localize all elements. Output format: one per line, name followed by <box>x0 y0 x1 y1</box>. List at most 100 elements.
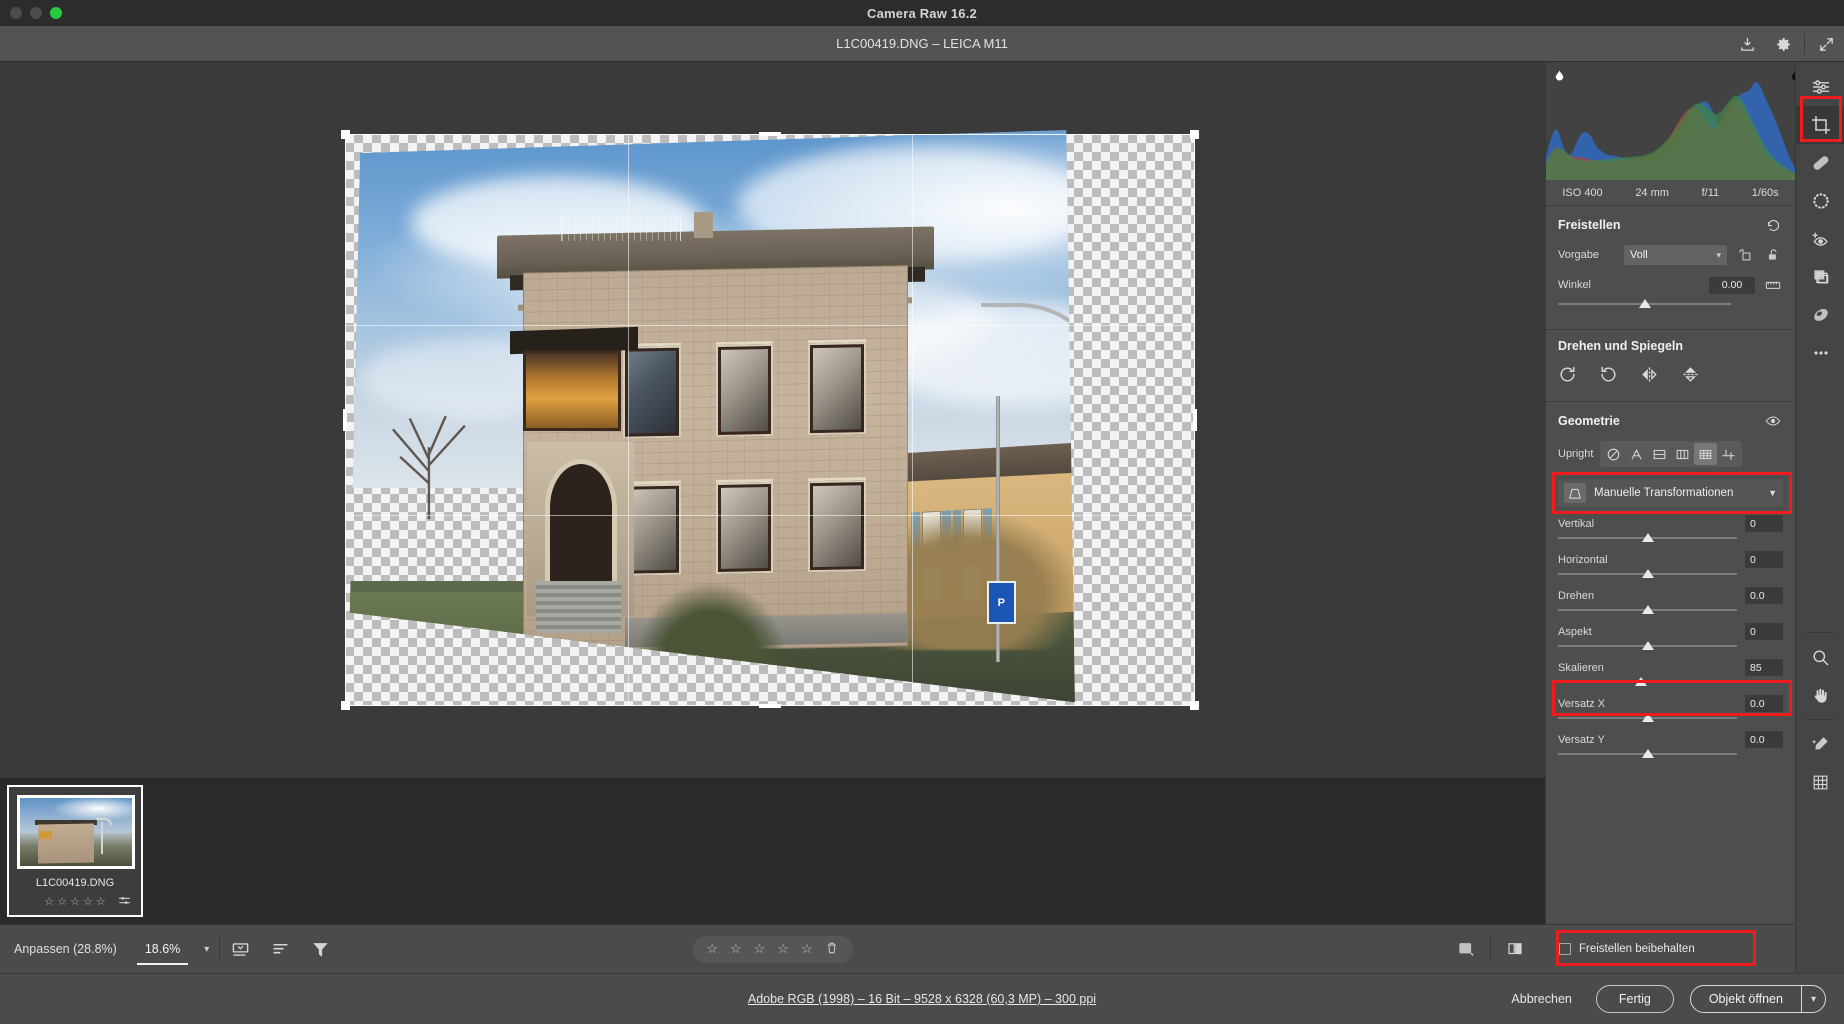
upright-level-button[interactable] <box>1648 443 1671 465</box>
exif-shutter: 1/60s <box>1751 186 1779 199</box>
crop-handle-bottom[interactable] <box>759 704 781 708</box>
angle-slider-knob[interactable] <box>1638 299 1651 308</box>
done-button[interactable]: Fertig <box>1595 985 1674 1013</box>
slider-track[interactable] <box>1558 533 1783 546</box>
upright-vertical-button[interactable] <box>1671 443 1694 465</box>
rating-star-1[interactable]: ☆ <box>706 941 718 957</box>
slider-knob[interactable] <box>1641 569 1654 578</box>
keep-crop-label[interactable]: Freistellen beibehalten <box>1579 943 1695 955</box>
keep-crop-checkbox[interactable] <box>1559 943 1571 955</box>
funnel-icon[interactable] <box>300 925 340 974</box>
slider-knob[interactable] <box>1635 677 1648 686</box>
slider-value[interactable]: 0.0 <box>1745 731 1783 748</box>
slider-track[interactable] <box>1558 605 1783 618</box>
angle-slider[interactable] <box>1558 299 1731 312</box>
slider-knob[interactable] <box>1641 605 1654 614</box>
open-object-chevron-down-icon[interactable]: ▾ <box>1800 986 1825 1012</box>
hand-icon[interactable] <box>1796 676 1844 714</box>
trash-icon[interactable] <box>825 941 839 958</box>
zoom-chevron-down-icon[interactable]: ▾ <box>194 925 219 974</box>
slider-knob[interactable] <box>1641 749 1654 758</box>
slider-value[interactable]: 0 <box>1745 551 1783 568</box>
image-canvas[interactable]: P <box>0 62 1545 778</box>
straighten-tool-icon[interactable] <box>1763 275 1783 295</box>
crop-handle-top-right[interactable] <box>1190 130 1199 139</box>
save-icon[interactable] <box>1729 26 1765 62</box>
stacked-squares-icon[interactable] <box>1796 258 1844 296</box>
grid-overlay-icon[interactable] <box>1796 763 1844 801</box>
chevron-down-icon[interactable]: ▼ <box>1768 488 1777 498</box>
image-info-link[interactable]: Adobe RGB (1998) – 16 Bit – 9528 x 6328 … <box>748 992 1096 1006</box>
fullscreen-icon[interactable] <box>1808 26 1844 62</box>
filmstrip-icon[interactable] <box>220 925 260 974</box>
open-object-label[interactable]: Objekt öffnen <box>1691 986 1801 1012</box>
single-pane-icon[interactable] <box>1446 925 1486 974</box>
eye-icon[interactable] <box>1763 411 1783 431</box>
presets-icon[interactable] <box>1796 296 1844 334</box>
magnifier-icon[interactable] <box>1796 638 1844 676</box>
slider-knob[interactable] <box>1641 713 1654 722</box>
slider-track[interactable] <box>1558 677 1783 690</box>
crop-handle-top[interactable] <box>759 132 781 136</box>
slider-track[interactable] <box>1558 641 1783 654</box>
sort-lines-icon[interactable] <box>260 925 300 974</box>
filmstrip[interactable]: L1C00419.DNG ☆ ☆ ☆ ☆ ☆ <box>0 778 1545 924</box>
unlocked-padlock-icon[interactable] <box>1763 245 1783 265</box>
rating-star-4[interactable]: ☆ <box>777 941 789 957</box>
rating-star-2[interactable]: ☆ <box>730 941 742 957</box>
preset-dropdown[interactable]: Voll ▾ <box>1624 245 1727 265</box>
slider-value[interactable]: 0.0 <box>1745 587 1783 604</box>
histogram[interactable] <box>1546 62 1800 180</box>
rating-control[interactable]: ☆ ☆ ☆ ☆ ☆ <box>692 935 853 963</box>
zoom-button[interactable] <box>50 7 62 19</box>
crop-handle-right[interactable] <box>1193 409 1197 431</box>
upright-auto-button[interactable] <box>1625 443 1648 465</box>
star-rating[interactable]: ☆ ☆ ☆ ☆ ☆ <box>44 895 106 908</box>
sliders-icon[interactable] <box>1796 68 1844 106</box>
slider-value[interactable]: 0.0 <box>1745 695 1783 712</box>
angle-label: Winkel <box>1558 279 1592 291</box>
flip-horizontal-icon[interactable] <box>1640 365 1659 389</box>
flip-vertical-icon[interactable] <box>1681 365 1700 389</box>
zoom-level-value[interactable]: 18.6% <box>131 925 194 974</box>
slider-value[interactable]: 0 <box>1745 515 1783 532</box>
cancel-button[interactable]: Abbrechen <box>1503 986 1579 1012</box>
reset-arrow-icon[interactable] <box>1763 215 1783 235</box>
upright-off-button[interactable] <box>1602 443 1625 465</box>
preferences-gear-icon[interactable] <box>1765 26 1801 62</box>
minimize-button[interactable] <box>30 7 42 19</box>
eyedropper-icon[interactable] <box>1796 725 1844 763</box>
rating-star-3[interactable]: ☆ <box>754 941 766 957</box>
rotate-crop-icon[interactable] <box>1735 245 1755 265</box>
before-after-icon[interactable] <box>1495 925 1535 974</box>
crop-icon[interactable] <box>1796 106 1844 144</box>
upright-guided-button[interactable] <box>1717 443 1740 465</box>
crop-handle-bottom-right[interactable] <box>1190 701 1199 710</box>
crop-handle-top-left[interactable] <box>341 130 350 139</box>
zoom-fit-label[interactable]: Anpassen (28.8%) <box>0 925 131 974</box>
manual-transform-header[interactable]: Manuelle Transformationen ▼ <box>1558 479 1783 507</box>
crop-handle-bottom-left[interactable] <box>341 701 350 710</box>
dotted-circle-icon[interactable] <box>1796 182 1844 220</box>
open-object-button[interactable]: Objekt öffnen ▾ <box>1689 985 1826 1013</box>
upright-full-button[interactable] <box>1694 443 1718 465</box>
slider-value[interactable]: 85 <box>1745 659 1783 676</box>
slider-knob[interactable] <box>1641 533 1654 542</box>
slider-track[interactable] <box>1558 569 1783 582</box>
rotate-ccw-icon[interactable] <box>1558 365 1577 389</box>
thumbnail-rating[interactable]: ☆ ☆ ☆ ☆ ☆ <box>9 895 141 908</box>
rating-star-5[interactable]: ☆ <box>801 941 813 957</box>
slider-knob[interactable] <box>1641 641 1654 650</box>
slider-value[interactable]: 0 <box>1745 623 1783 640</box>
ellipsis-icon[interactable] <box>1796 334 1844 372</box>
crop-area[interactable]: P <box>341 130 1199 710</box>
crop-handle-left[interactable] <box>343 409 347 431</box>
angle-value[interactable]: 0.00 <box>1709 276 1755 294</box>
red-eye-icon[interactable] <box>1796 220 1844 258</box>
rotate-cw-icon[interactable] <box>1599 365 1618 389</box>
slider-track[interactable] <box>1558 713 1783 726</box>
filmstrip-thumbnail[interactable]: L1C00419.DNG ☆ ☆ ☆ ☆ ☆ <box>7 785 143 917</box>
slider-track[interactable] <box>1558 749 1783 762</box>
bandage-icon[interactable] <box>1796 144 1844 182</box>
close-button[interactable] <box>10 7 22 19</box>
